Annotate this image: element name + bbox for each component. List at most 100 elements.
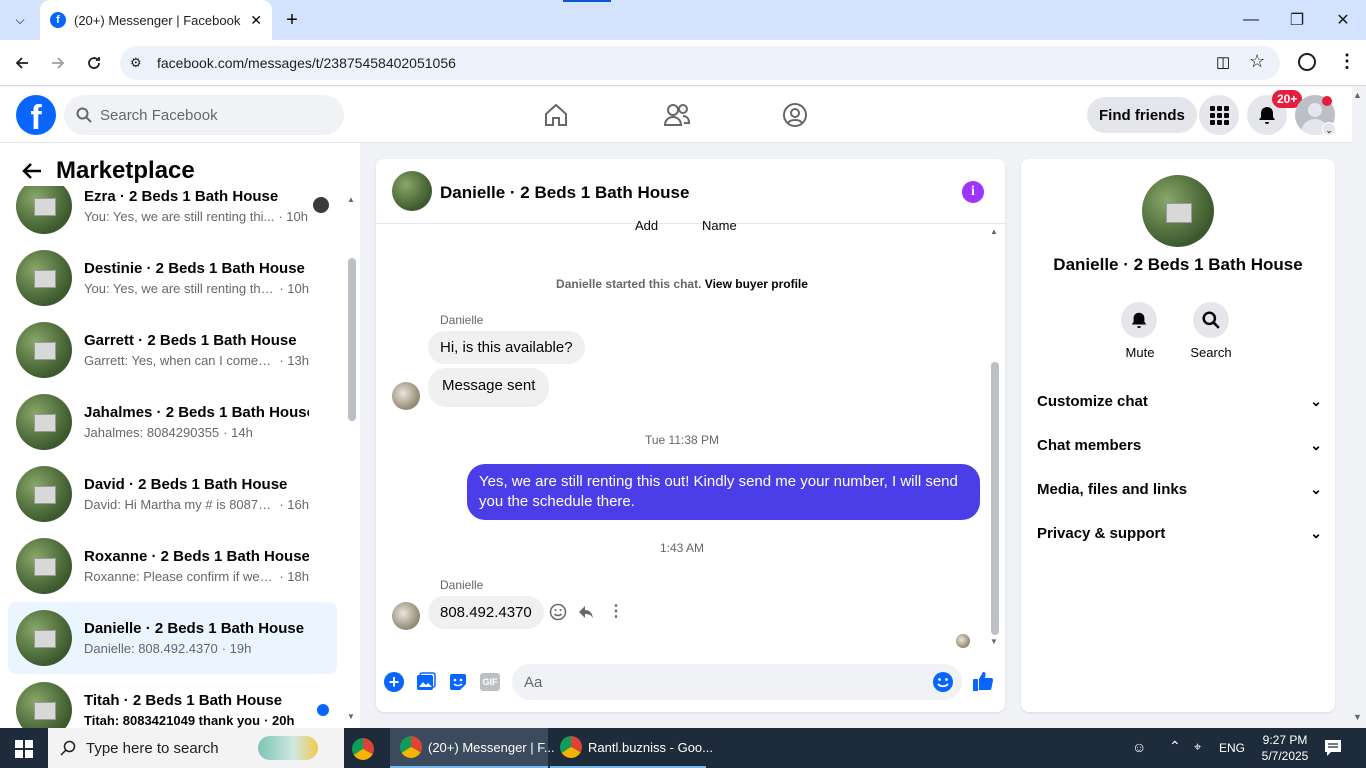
- home-icon[interactable]: [543, 102, 569, 128]
- message-bubble[interactable]: Hi, is this available?: [428, 331, 585, 364]
- message-bubble-phone[interactable]: 808.492.4370: [428, 596, 544, 629]
- facebook-search-input[interactable]: Search Facebook: [64, 95, 344, 135]
- minimize-icon[interactable]: —: [1228, 0, 1274, 40]
- chrome-taskbar-icon[interactable]: [352, 738, 374, 760]
- taskbar-app-label: (20+) Messenger | F...: [428, 739, 555, 755]
- outgoing-message-bubble[interactable]: Yes, we are still renting this out! Kind…: [467, 464, 980, 520]
- tab-close-icon[interactable]: ✕: [250, 12, 262, 29]
- back-arrow-icon[interactable]: [22, 162, 42, 180]
- site-info-icon[interactable]: ⚙: [130, 55, 142, 71]
- taskbar-clock[interactable]: 9:27 PM 5/7/2025: [1250, 732, 1320, 764]
- conversation-item[interactable]: Garrett · 2 Beds 1 Bath House Garrett: Y…: [8, 314, 337, 386]
- windows-start-icon[interactable]: [15, 740, 33, 758]
- conversation-name: Destinie · 2 Beds 1 Bath House: [84, 260, 305, 277]
- account-chevron-icon[interactable]: ⌄: [1322, 122, 1336, 136]
- chat-title[interactable]: Danielle · 2 Beds 1 Bath House: [440, 183, 689, 203]
- reply-icon[interactable]: [577, 603, 595, 621]
- conversation-item[interactable]: Destinie · 2 Beds 1 Bath House You: Yes,…: [8, 242, 337, 314]
- conversation-name: Garrett · 2 Beds 1 Bath House: [84, 332, 297, 349]
- notification-center-icon[interactable]: [1324, 739, 1342, 757]
- section-label: Chat members: [1037, 436, 1142, 454]
- menu-grid-button[interactable]: [1199, 95, 1239, 135]
- listing-thumbnail: [16, 538, 72, 594]
- close-window-icon[interactable]: ✕: [1320, 0, 1366, 40]
- conversation-time: · 13h: [279, 353, 309, 368]
- search-icon: [76, 107, 92, 123]
- tab-search-icon[interactable]: ⌵: [8, 8, 32, 32]
- friends-icon[interactable]: [663, 102, 691, 128]
- section-label: Privacy & support: [1037, 524, 1166, 542]
- list-scroll-up-icon[interactable]: ▲: [347, 195, 355, 204]
- react-emoji-icon[interactable]: [549, 603, 567, 621]
- timestamp: Tue 11:38 PM: [644, 433, 720, 447]
- reload-icon[interactable]: [79, 48, 109, 78]
- show-hidden-icons-icon[interactable]: ⌃: [1169, 738, 1181, 755]
- chat-scroll-up-icon[interactable]: ▲: [990, 227, 998, 236]
- search-in-chat-button[interactable]: [1193, 302, 1229, 338]
- restore-icon[interactable]: ❐: [1274, 0, 1320, 40]
- info-icon[interactable]: i: [962, 181, 984, 203]
- message-bubble[interactable]: Message sent: [428, 368, 550, 407]
- cut-off-add: Add: [635, 218, 659, 233]
- sender-avatar[interactable]: [392, 382, 420, 410]
- conversation-time: · 19h: [221, 641, 252, 656]
- list-scrollbar[interactable]: [348, 258, 356, 421]
- search-icon: [1202, 311, 1220, 329]
- conversation-item[interactable]: Titah · 2 Beds 1 Bath House Titah: 80834…: [8, 674, 337, 728]
- facebook-logo-icon[interactable]: f: [16, 95, 56, 135]
- page-scroll-up-icon[interactable]: ▲: [1353, 90, 1362, 100]
- chat-avatar[interactable]: [392, 171, 432, 211]
- find-friends-button[interactable]: Find friends: [1087, 97, 1197, 133]
- install-app-icon[interactable]: ◫: [1216, 53, 1230, 71]
- network-icon[interactable]: ⌖: [1194, 739, 1201, 755]
- conversation-item[interactable]: David · 2 Beds 1 Bath House David: Hi Ma…: [8, 458, 337, 530]
- profile-icon[interactable]: [1298, 53, 1316, 71]
- people-icon[interactable]: ☺: [1132, 739, 1146, 755]
- chat-members-section[interactable]: Chat members ⌄: [1037, 425, 1322, 465]
- bookmark-star-icon[interactable]: ☆: [1249, 51, 1265, 72]
- conversation-preview: Danielle: 808.492.4370: [84, 641, 218, 656]
- new-tab-icon[interactable]: +: [280, 8, 304, 32]
- taskbar-messenger-window[interactable]: (20+) Messenger | F...: [390, 728, 555, 768]
- language-indicator[interactable]: ENG: [1219, 741, 1245, 755]
- chat-scroll-down-icon[interactable]: ▼: [990, 637, 998, 646]
- media-files-links-section[interactable]: Media, files and links ⌄: [1037, 469, 1322, 509]
- groups-icon[interactable]: [782, 102, 808, 128]
- taskbar-app-label: Rantl.buzniss - Goo...: [588, 739, 713, 755]
- conversation-time: · 14h: [223, 425, 253, 440]
- taskbar-rantl-window[interactable]: Rantl.buzniss - Goo...: [550, 728, 713, 768]
- like-thumb-icon[interactable]: [972, 670, 994, 692]
- sticker-icon[interactable]: [448, 672, 468, 692]
- view-buyer-profile-link[interactable]: View buyer profile: [705, 277, 808, 291]
- mute-button[interactable]: [1121, 302, 1157, 338]
- forward-icon[interactable]: [43, 48, 73, 78]
- message-input[interactable]: Aa: [512, 664, 962, 700]
- timestamp: 1:43 AM: [659, 541, 705, 555]
- listing-thumbnail: [16, 682, 72, 728]
- browser-menu-icon[interactable]: ⋮: [1338, 51, 1356, 71]
- emoji-icon[interactable]: [932, 671, 954, 693]
- gif-icon[interactable]: GIF: [480, 673, 500, 691]
- list-scroll-down-icon[interactable]: ▼: [347, 712, 355, 721]
- customize-chat-section[interactable]: Customize chat ⌄: [1037, 381, 1322, 421]
- photo-icon[interactable]: [416, 672, 436, 692]
- taskbar-search-box[interactable]: Type here to search: [48, 728, 344, 768]
- add-attachment-icon[interactable]: +: [384, 672, 404, 692]
- sender-avatar[interactable]: [392, 602, 420, 630]
- privacy-support-section[interactable]: Privacy & support ⌄: [1037, 513, 1322, 553]
- address-bar[interactable]: ⚙ facebook.com/messages/t/23875458402051…: [120, 46, 1280, 80]
- chevron-down-icon: ⌄: [1310, 436, 1322, 453]
- page-scroll-down-icon[interactable]: ▼: [1353, 712, 1362, 722]
- conversation-item[interactable]: Ezra · 2 Beds 1 Bath House You: Yes, we …: [8, 186, 337, 242]
- conversation-list: Ezra · 2 Beds 1 Bath House You: Yes, we …: [0, 186, 345, 728]
- listing-avatar-large[interactable]: [1142, 175, 1214, 247]
- search-icon: [60, 740, 76, 756]
- chat-scrollbar[interactable]: [991, 362, 999, 635]
- conversation-item-active[interactable]: Danielle · 2 Beds 1 Bath House Danielle:…: [8, 602, 337, 674]
- more-options-icon[interactable]: ⋮: [608, 601, 624, 621]
- conversation-preview: You: Yes, we are still renting this o...: [84, 281, 276, 296]
- back-icon[interactable]: [7, 48, 37, 78]
- conversation-item[interactable]: Jahalmes · 2 Beds 1 Bath House Jahalmes:…: [8, 386, 337, 458]
- browser-tab-messenger[interactable]: f (20+) Messenger | Facebook ✕: [40, 0, 272, 40]
- conversation-item[interactable]: Roxanne · 2 Beds 1 Bath House Roxanne: P…: [8, 530, 337, 602]
